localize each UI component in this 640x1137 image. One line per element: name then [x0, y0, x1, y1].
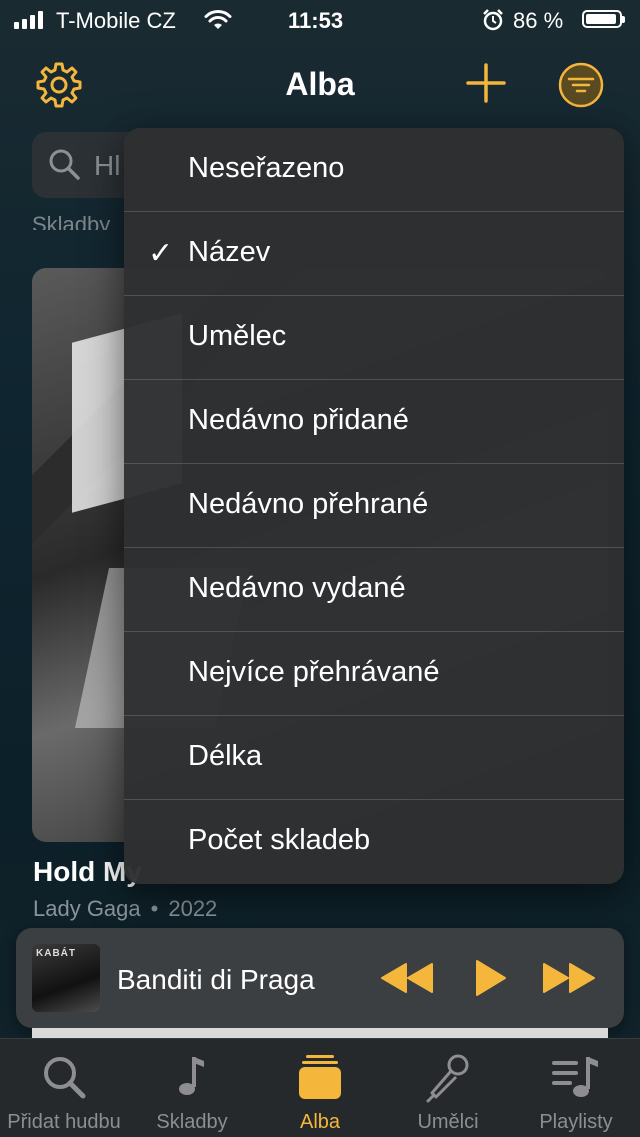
battery-icon	[582, 10, 625, 28]
rewind-icon[interactable]	[378, 960, 434, 996]
sort-option-label: Délka	[188, 740, 263, 772]
mini-player[interactable]: KABÁT Banditi di Praga	[16, 928, 624, 1028]
sort-option-label: Nedávno přehrané	[188, 488, 429, 520]
tab-label: Alba	[299, 1111, 341, 1133]
tab-songs[interactable]: Skladby	[128, 1039, 256, 1137]
sort-option[interactable]: Nedávno vydané	[124, 548, 624, 632]
signal-icon	[14, 11, 43, 29]
carrier-name: T-Mobile CZ	[56, 8, 176, 33]
fast-forward-icon[interactable]	[542, 960, 598, 996]
sort-option[interactable]: Umělec	[124, 296, 624, 380]
tab-bar: Přidat hudbu Skladby Alba Umělci Playlis…	[0, 1038, 640, 1137]
sort-option-label: Nejvíce přehrávané	[188, 656, 440, 688]
album-artist: Lady Gaga	[33, 896, 141, 921]
separator: •	[150, 896, 159, 921]
now-playing-title[interactable]: Banditi di Praga	[117, 964, 315, 996]
tab-label: Playlisty	[539, 1111, 613, 1133]
search-icon	[49, 149, 80, 180]
clock: 11:53	[288, 8, 344, 33]
playlist-icon	[552, 1057, 598, 1097]
sort-option[interactable]: ✓ Název	[124, 212, 624, 296]
tab-add-music[interactable]: Přidat hudbu	[0, 1039, 128, 1137]
album-subtitle: Lady Gaga • 2022	[33, 896, 217, 922]
checkmark-icon: ✓	[148, 237, 174, 270]
sort-option[interactable]: Nedávno přidané	[124, 380, 624, 464]
sort-option[interactable]: Počet skladeb	[124, 800, 624, 884]
microphone-icon	[426, 1054, 469, 1103]
search-icon	[44, 1057, 86, 1099]
sort-option-label: Název	[188, 236, 271, 268]
section-label: Skladby	[32, 212, 111, 230]
sort-option[interactable]: Neseřazeno	[124, 128, 624, 212]
artwork-text: KABÁT	[36, 948, 76, 959]
tab-label: Umělci	[417, 1111, 479, 1133]
tab-albums[interactable]: Alba	[256, 1039, 384, 1137]
battery-percent: 86 %	[513, 8, 564, 33]
tab-playlists[interactable]: Playlisty	[512, 1039, 640, 1137]
sort-filter-icon[interactable]	[558, 62, 604, 108]
sort-option[interactable]: Nejvíce přehrávané	[124, 632, 624, 716]
sort-menu: Neseřazeno ✓ Název Umělec Nedávno přidané Ned…	[124, 128, 624, 884]
add-icon[interactable]	[465, 62, 507, 104]
search-placeholder: Hl	[94, 150, 121, 181]
sort-option-label: Počet skladeb	[188, 824, 371, 856]
sort-option[interactable]: Délka	[124, 716, 624, 800]
music-note-icon	[179, 1057, 204, 1095]
album-stack-icon	[299, 1055, 341, 1099]
sort-option-label: Nedávno vydané	[188, 572, 406, 604]
page-title: Alba	[285, 66, 355, 102]
now-playing-artwork[interactable]: KABÁT	[32, 944, 100, 1012]
tab-label: Skladby	[156, 1111, 228, 1133]
play-icon[interactable]	[474, 958, 508, 998]
sort-option[interactable]: Nedávno přehrané	[124, 464, 624, 548]
album-year: 2022	[168, 896, 218, 921]
wifi-icon	[204, 10, 232, 29]
tab-label: Přidat hudbu	[7, 1111, 121, 1133]
sort-option-label: Neseřazeno	[188, 152, 345, 184]
next-album-peek	[32, 1028, 608, 1038]
sort-option-label: Umělec	[188, 320, 287, 352]
alarm-icon	[483, 9, 503, 31]
tab-artists[interactable]: Umělci	[384, 1039, 512, 1137]
sort-option-label: Nedávno přidané	[188, 404, 409, 436]
status-bar: T-Mobile CZ 11:53 86 %	[0, 0, 640, 42]
